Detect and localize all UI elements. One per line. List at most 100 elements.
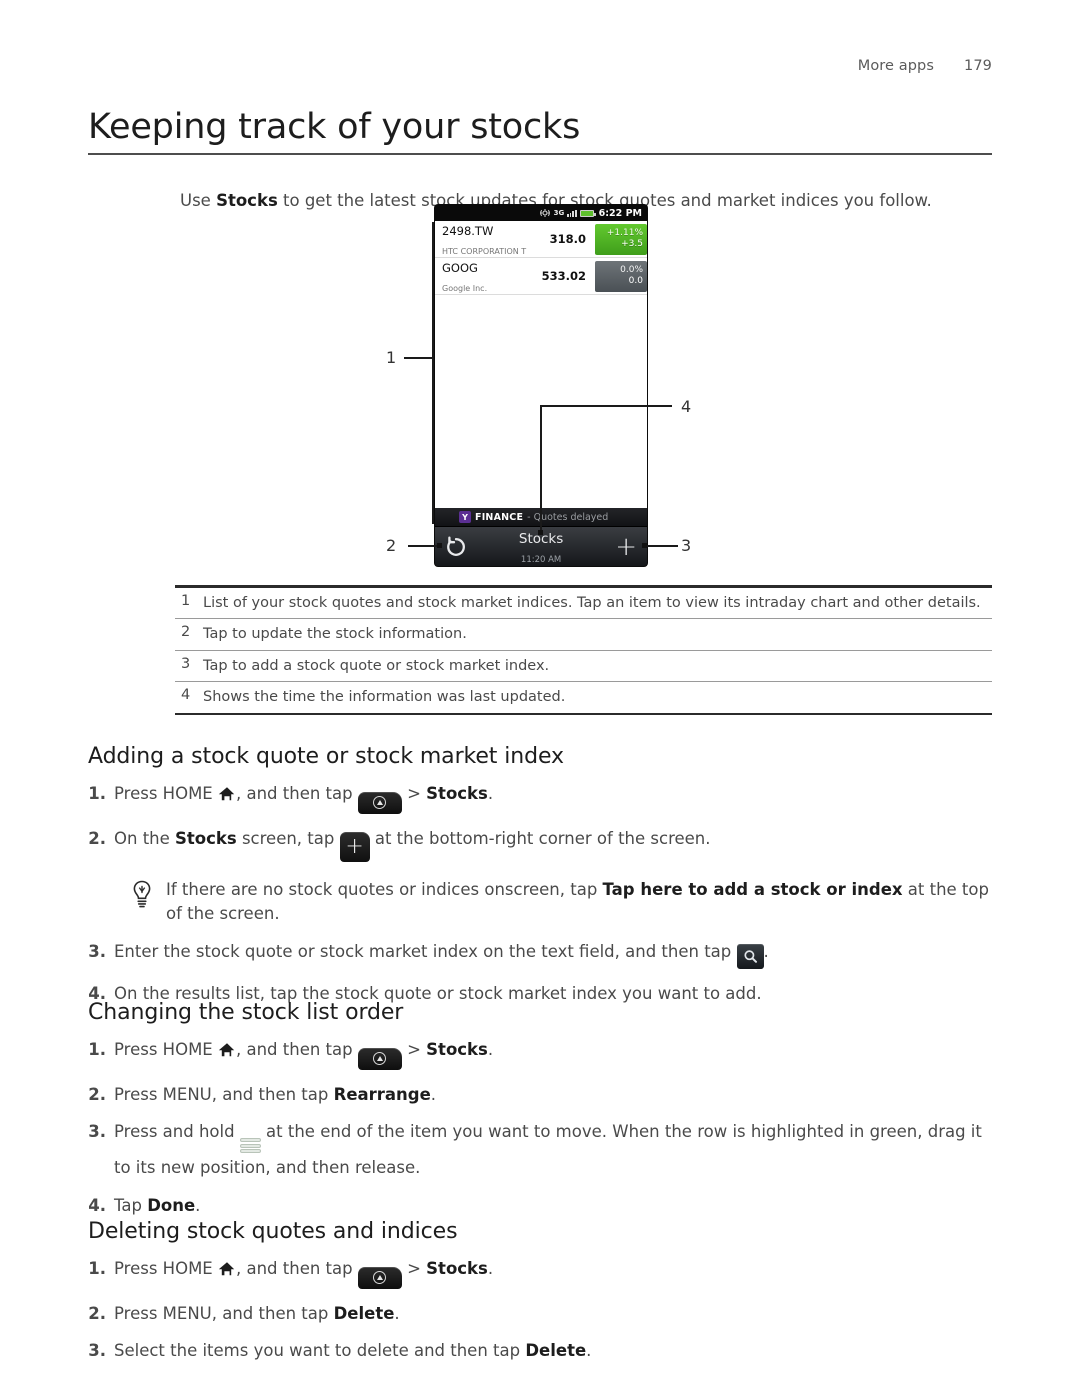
home-icon bbox=[218, 1041, 236, 1057]
stock-list-item[interactable]: 2498.TW HTC CORPORATION T 318.0 +1.11% +… bbox=[435, 221, 647, 258]
callout-4-leader-horizontal bbox=[540, 405, 672, 407]
step-text-part: Press and hold bbox=[114, 1122, 240, 1142]
tip-text-bold: Tap here to add a stock or index bbox=[602, 879, 903, 899]
callout-1-bracket bbox=[432, 222, 434, 524]
header-section-label: More apps bbox=[857, 58, 935, 74]
app-launcher-icon[interactable] bbox=[357, 791, 402, 814]
status-bar-clock: 6:22 PM bbox=[598, 207, 642, 219]
yahoo-logo-icon: Y bbox=[459, 511, 471, 523]
step-text-part: . bbox=[487, 1040, 494, 1059]
step-text-part: Tap bbox=[114, 1195, 148, 1215]
section-deleting: Deleting stock quotes and indices 1. Pre… bbox=[88, 1219, 992, 1364]
step-number: 1. bbox=[88, 1040, 106, 1059]
step-text-part: Enter the stock quote or stock market in… bbox=[114, 942, 737, 961]
step-text: Enter the stock quote or stock market in… bbox=[114, 940, 992, 969]
step-number: 2. bbox=[88, 1303, 106, 1323]
step-text-part: Press HOME bbox=[114, 1259, 218, 1278]
callout-4-arrow bbox=[538, 530, 543, 535]
step-item: 2. On the Stocks screen, tap + at the bo… bbox=[88, 827, 992, 862]
add-plus-icon[interactable]: + bbox=[339, 831, 370, 862]
legend-text: List of your stock quotes and stock mark… bbox=[203, 594, 981, 611]
steps-deleting: 1. Press HOME , and then tap > Stocks. 2… bbox=[88, 1257, 992, 1364]
callout-2-arrow bbox=[437, 543, 442, 548]
step-text: Press HOME , and then tap > Stocks. bbox=[114, 1038, 992, 1070]
step-item: 1. Press HOME , and then tap > Stocks. bbox=[88, 782, 992, 814]
step-text-part: , and then tap bbox=[235, 784, 358, 803]
home-icon bbox=[218, 1260, 236, 1276]
lightbulb-icon bbox=[130, 880, 156, 918]
step-text-part: . bbox=[430, 1084, 437, 1104]
refresh-icon[interactable] bbox=[445, 535, 467, 558]
app-launcher-icon[interactable] bbox=[357, 1047, 402, 1070]
section-heading-changing: Changing the stock list order bbox=[88, 1000, 404, 1025]
step-text-bold: Delete bbox=[525, 1341, 587, 1361]
callout-number-1: 1 bbox=[386, 348, 397, 367]
last-updated-time: 11:20 AM bbox=[520, 554, 562, 565]
network-type-icon: 3G bbox=[553, 208, 565, 217]
app-launcher-icon[interactable] bbox=[357, 1266, 402, 1289]
stock-change-percent: 0.0% bbox=[620, 265, 643, 275]
legend-number: 1 bbox=[181, 592, 191, 609]
step-text: Press HOME , and then tap > Stocks. bbox=[114, 1257, 992, 1289]
add-stock-icon[interactable]: + bbox=[615, 534, 637, 560]
step-item: 2. Press MENU, and then tap Rearrange. bbox=[88, 1083, 992, 1108]
tip-text: If there are no stock quotes or indices … bbox=[166, 878, 992, 928]
step-text-part: Press MENU, and then tap bbox=[114, 1303, 334, 1323]
step-text-part: On the bbox=[114, 828, 176, 848]
stock-change-badge: 0.0% 0.0 bbox=[595, 260, 647, 292]
stock-change-value: 0.0 bbox=[628, 276, 643, 286]
callout-number-4: 4 bbox=[681, 397, 692, 416]
step-text-bold: Done bbox=[147, 1195, 196, 1215]
step-text-part: . bbox=[195, 1195, 201, 1215]
page-number: 179 bbox=[964, 58, 992, 74]
battery-icon bbox=[579, 209, 596, 217]
steps-adding: 1. Press HOME , and then tap > Stocks. 2… bbox=[88, 782, 992, 862]
step-text-part: , and then tap bbox=[235, 1259, 358, 1278]
step-text-bold: Delete bbox=[333, 1303, 395, 1323]
section-changing: Changing the stock list order 1. Press H… bbox=[88, 1000, 992, 1218]
legend-number: 4 bbox=[181, 687, 191, 704]
stock-list-item[interactable]: GOOG Google Inc. 533.02 0.0% 0.0 bbox=[435, 258, 647, 295]
step-text-part: > bbox=[401, 784, 427, 803]
section-adding: Adding a stock quote or stock market ind… bbox=[88, 744, 992, 1007]
callout-number-3: 3 bbox=[681, 536, 692, 555]
search-icon[interactable] bbox=[736, 944, 764, 969]
step-number: 1. bbox=[88, 784, 106, 803]
step-text: Tap Done. bbox=[114, 1194, 992, 1219]
step-number: 3. bbox=[88, 942, 106, 961]
stock-company: HTC CORPORATION T bbox=[442, 247, 527, 256]
step-number: 3. bbox=[88, 1341, 106, 1361]
step-text-bold: Rearrange bbox=[333, 1084, 431, 1104]
legend-number: 3 bbox=[181, 655, 191, 672]
step-text-part: Press MENU, and then tap bbox=[114, 1084, 334, 1104]
stock-change-badge: +1.11% +3.5 bbox=[595, 223, 647, 255]
step-item: 3. Select the items you want to delete a… bbox=[88, 1339, 992, 1364]
callout-4-leader-vertical bbox=[540, 405, 542, 532]
stock-price: 533.02 bbox=[541, 269, 586, 283]
step-text-part: . bbox=[487, 784, 494, 803]
finance-brand-label: FINANCE bbox=[475, 511, 524, 523]
step-number: 4. bbox=[88, 1195, 106, 1215]
stock-company: Google Inc. bbox=[442, 284, 488, 293]
drag-handle-icon[interactable] bbox=[239, 1136, 261, 1156]
stock-list[interactable]: 2498.TW HTC CORPORATION T 318.0 +1.11% +… bbox=[435, 221, 647, 295]
step-number: 2. bbox=[88, 828, 106, 848]
step-text-part: screen, tap bbox=[236, 828, 340, 848]
legend-text: Tap to update the stock information. bbox=[203, 626, 467, 643]
step-text-part: , and then tap bbox=[235, 1040, 358, 1059]
steps-adding-cont: 3. Enter the stock quote or stock market… bbox=[88, 940, 992, 1007]
section-heading-adding: Adding a stock quote or stock market ind… bbox=[88, 744, 564, 769]
stock-name-group: GOOG Google Inc. bbox=[442, 257, 536, 295]
step-text: Press MENU, and then tap Delete. bbox=[114, 1302, 992, 1327]
step-item: 4. Tap Done. bbox=[88, 1194, 992, 1219]
step-text-part: Press HOME bbox=[114, 784, 218, 803]
stock-name-group: 2498.TW HTC CORPORATION T bbox=[442, 220, 536, 258]
legend-number: 2 bbox=[181, 624, 191, 641]
step-text-part: . bbox=[394, 1303, 400, 1323]
step-text-part: Press HOME bbox=[114, 1040, 218, 1059]
stock-symbol: GOOG bbox=[442, 261, 478, 275]
home-icon bbox=[218, 785, 236, 801]
legend-row: 2 Tap to update the stock information. bbox=[175, 619, 992, 650]
signal-bars-icon bbox=[567, 209, 577, 217]
step-item: 1. Press HOME , and then tap > Stocks. bbox=[88, 1257, 992, 1289]
